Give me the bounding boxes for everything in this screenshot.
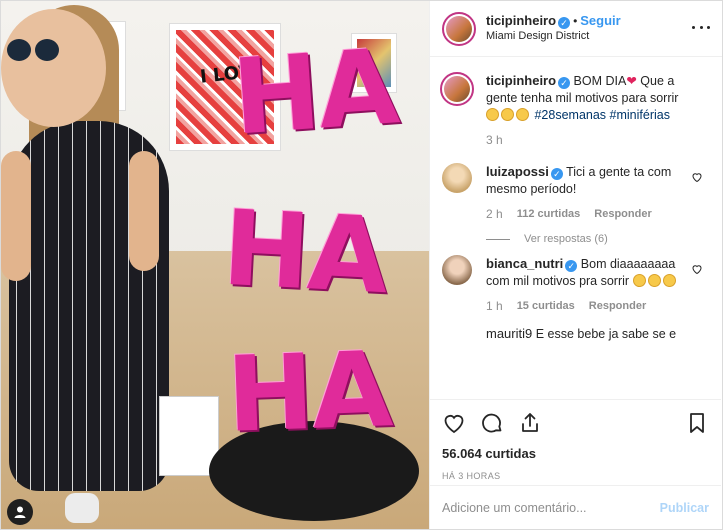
sculpture-letters-1: HA bbox=[228, 25, 401, 159]
more-icon bbox=[692, 25, 695, 29]
caption-text-start: BOM DIA bbox=[573, 74, 627, 88]
smile-emoji bbox=[647, 274, 661, 287]
post-timestamp[interactable]: HÁ 3 HORAS bbox=[442, 471, 709, 481]
comment-input[interactable] bbox=[442, 500, 660, 515]
comments-list[interactable]: ticipinheiro ✓ BOM DIA❤ Que a gente tenha… bbox=[430, 58, 721, 396]
verified-badge-icon: ✓ bbox=[558, 17, 571, 29]
caption-username[interactable]: ticipinheiro bbox=[486, 73, 556, 88]
likes-count[interactable]: 56.064 curtidas bbox=[442, 446, 709, 461]
comment-item: luizapossi ✓ Tici a gente ta com mesmo pe… bbox=[442, 163, 709, 223]
commenter-username[interactable]: mauriti9 bbox=[486, 326, 532, 341]
add-comment-bar: Publicar bbox=[430, 485, 721, 529]
instagram-post-modal: I LOV HA HA HA ticipinheiro ✓ • Seguir M… bbox=[0, 0, 723, 530]
commenter-username[interactable]: luizapossi bbox=[486, 164, 549, 179]
post-header: ticipinheiro ✓ • Seguir Miami Design Distri… bbox=[430, 1, 722, 57]
comment-likes[interactable]: 112 curtidas bbox=[517, 206, 581, 223]
verified-badge-icon: ✓ bbox=[558, 77, 571, 89]
follow-button[interactable]: Seguir bbox=[580, 13, 620, 28]
comment-item: bianca_nutri ✓ Bom diaaaaaaaa com mil mot… bbox=[442, 255, 709, 315]
verified-badge-icon: ✓ bbox=[565, 260, 578, 272]
publish-button[interactable]: Publicar bbox=[660, 501, 709, 515]
reply-button[interactable]: Responder bbox=[594, 206, 651, 223]
comment-text: E esse bebe ja sabe se e bbox=[535, 327, 677, 341]
view-replies-button[interactable]: Ver respostas (6) bbox=[486, 233, 709, 245]
woman-arm-right bbox=[129, 151, 159, 271]
commenter-avatar[interactable] bbox=[442, 163, 472, 193]
reply-button[interactable]: Responder bbox=[589, 298, 646, 315]
sunglasses bbox=[7, 39, 59, 63]
grin-emoji bbox=[501, 108, 514, 121]
caption: ticipinheiro ✓ BOM DIA❤ Que a gente tenha… bbox=[440, 72, 709, 149]
commenter-username[interactable]: bianca_nutri bbox=[486, 256, 563, 271]
comment-time[interactable]: 1 h bbox=[486, 298, 503, 315]
view-replies-label: Ver respostas (6) bbox=[524, 233, 608, 245]
comment-likes[interactable]: 15 curtidas bbox=[517, 298, 575, 315]
replies-line bbox=[486, 238, 510, 240]
like-comment-heart-icon[interactable] bbox=[691, 263, 703, 275]
comment-item: mauriti9 E esse bebe ja sabe se e bbox=[442, 325, 709, 343]
red-heart-emoji: ❤ bbox=[626, 74, 637, 88]
user-tag-button[interactable] bbox=[7, 499, 33, 525]
woman-face bbox=[1, 9, 106, 127]
like-comment-heart-icon[interactable] bbox=[691, 171, 703, 183]
smile-emoji bbox=[632, 274, 646, 287]
sculpture-letters-3: HA bbox=[224, 328, 393, 456]
post-side-panel: ticipinheiro ✓ • Seguir Miami Design Distri… bbox=[429, 1, 722, 529]
author-username[interactable]: ticipinheiro bbox=[486, 13, 556, 28]
smile-emoji bbox=[662, 274, 676, 287]
separator-dot: • bbox=[573, 14, 578, 28]
bookmark-icon[interactable] bbox=[685, 411, 709, 435]
comment-time[interactable]: 2 h bbox=[486, 206, 503, 223]
woman-arm-left bbox=[1, 151, 31, 281]
comment-icon[interactable] bbox=[480, 411, 504, 435]
woman-shoe bbox=[65, 493, 99, 523]
post-actions: 56.064 curtidas HÁ 3 HORAS bbox=[430, 399, 721, 481]
caption-avatar[interactable] bbox=[440, 72, 474, 106]
verified-badge-icon: ✓ bbox=[550, 168, 563, 180]
commenter-avatar[interactable] bbox=[442, 255, 472, 285]
sculpture-letters-2: HA bbox=[219, 186, 390, 318]
more-options-button[interactable] bbox=[692, 21, 710, 33]
share-icon[interactable] bbox=[518, 411, 542, 435]
grin-emoji bbox=[486, 108, 499, 121]
author-avatar[interactable] bbox=[442, 11, 476, 46]
post-photo[interactable]: I LOV HA HA HA bbox=[1, 1, 429, 529]
user-tag-icon bbox=[14, 506, 26, 518]
caption-hashtags[interactable]: #28semanas #miniférias bbox=[534, 108, 670, 122]
caption-time[interactable]: 3 h bbox=[486, 132, 503, 149]
post-location[interactable]: Miami Design District bbox=[486, 29, 621, 44]
heart-icon[interactable] bbox=[442, 411, 466, 435]
grin-emoji bbox=[516, 108, 529, 121]
